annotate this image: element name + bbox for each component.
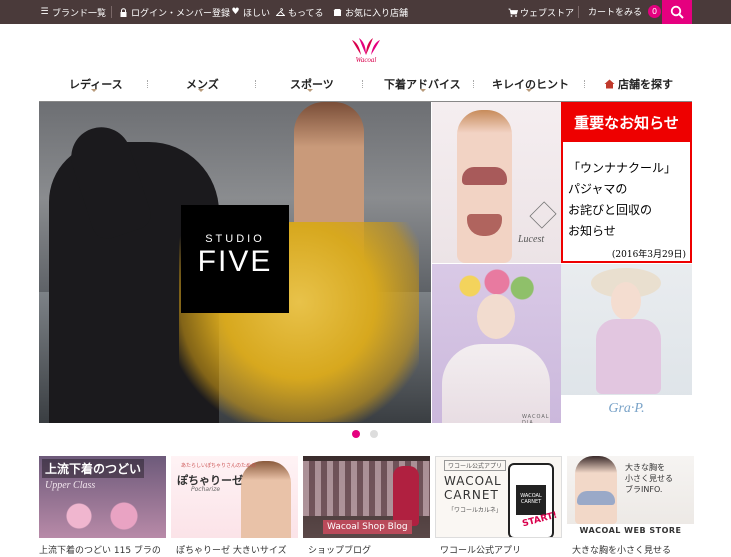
notice-header: 重要なお知らせ [563,104,690,142]
wacoal-dia-banner[interactable]: WACOAL DIA [432,264,561,423]
owned-link[interactable]: もってる [275,6,324,19]
notice-line: パジャマの [568,182,628,196]
bra-image [462,167,507,185]
chevron-down-icon [198,89,204,92]
login-label: ログイン・メンバー登録 [131,9,231,19]
logo-text: Wacoal [355,56,377,64]
favorite-store-label: お気に入り店舗 [345,9,409,19]
card-title-3: 「ワコールカルネ」 [448,507,502,514]
divider [578,6,579,18]
store-search-label: 店舗を探す [618,78,673,91]
card-title: WACOAL [444,474,502,488]
cart-icon [508,8,519,17]
card-text-line: 小さく見せる [625,474,673,483]
webstore-label: ウェブストア [520,9,575,19]
wacoal-dia-brand-text: WACOAL DIA [522,414,550,423]
chevron-down-icon [526,89,532,92]
store-icon [333,8,342,17]
brand-list-link[interactable]: ☰ ブランド一覧 [40,6,107,20]
card-caption[interactable]: 上流下着のつどい 115 ブラの [39,543,167,556]
heart-icon: ♥ [231,7,240,17]
webstore-link[interactable]: ウェブストア [508,6,574,19]
login-link[interactable]: ログイン・メンバー登録 [119,6,230,19]
web-store-label: WACOAL WEB STORE [567,524,694,538]
card-text-line: ブラINFO. [625,485,663,494]
notice-line: お知らせ [568,224,616,238]
card-text-line: 大きな胸を [625,463,665,472]
dress-image [442,344,550,423]
wishlist-label: ほしい [243,9,271,19]
chevron-down-icon [420,89,426,92]
carousel-dot-active[interactable] [352,430,360,438]
divider [362,80,364,88]
card-caption[interactable]: ワコール公式アプリ [440,543,568,556]
list-icon: ☰ [40,7,49,17]
top-bar: ☰ ブランド一覧 ログイン・メンバー登録 ♥ ほしい もってる お気に入り店舗 … [0,0,731,24]
divider [255,80,257,88]
lucest-brand-text: Lucest [518,234,545,245]
notice-date: (2016年3月29日) [611,250,686,260]
diamond-icon [529,201,557,229]
favorite-store-link[interactable]: お気に入り店舗 [333,6,408,19]
notice-line: 「ウンナナクール」 [568,161,677,175]
lock-icon [119,8,128,17]
bra-image [577,491,615,505]
search-button[interactable] [662,0,692,24]
brand-list-label: ブランド一覧 [52,9,107,19]
model-image [457,110,512,263]
owned-label: もってる [288,9,324,19]
grap-banner[interactable]: Gra·P. [561,264,692,423]
hanger-icon [275,8,286,17]
app-screen: WACOAL CARNET [516,485,546,515]
card-subtitle: Pocharize [191,486,221,493]
wishlist-link[interactable]: ♥ ほしい [231,6,271,20]
carousel-dot[interactable] [370,430,378,438]
house-icon [604,79,615,89]
card-caption[interactable]: ぽちゃりーゼ 大きいサイズ [176,543,304,556]
cart-link[interactable]: カートをみる 0 [588,5,662,18]
cart-label: カートをみる [588,8,643,18]
wacoal-logo[interactable]: Wacoal [349,37,383,67]
model-face-image [611,282,641,320]
chevron-down-icon [91,89,97,92]
card-header: ワコール公式アプリ [444,460,507,471]
hero-banner[interactable]: STUDIO FIVE [39,102,431,423]
card-shop-blog[interactable]: Wacoal Shop Blog [303,456,430,538]
model-image [241,461,291,538]
main-nav: レディース メンズ スポーツ 下着アドバイス キレイのヒント 店舗を探す [39,72,692,102]
card-caption[interactable]: ショップブログ [308,543,436,556]
studio-text: STUDIO [205,233,265,245]
grap-brand-text: Gra·P. [608,401,645,416]
card-bra-info[interactable]: 大きな胸を 小さく見せる ブラINFO. WACOAL WEB STORE [567,456,694,538]
divider [473,80,475,88]
model-image [575,456,617,524]
notice-line: お詫びと回収の [568,203,653,217]
nav-store-search[interactable]: 店舗を探す [604,76,673,92]
card-small-text: あたらしいぽちゃりさんのための [181,463,257,469]
card-title-2: CARNET [444,488,499,502]
card-pocharize[interactable]: あたらしいぽちゃりさんのための ぽちゃりーゼ Pocharize [171,456,298,538]
studio-five-logo: STUDIO FIVE [181,205,289,313]
bra-image [54,501,154,531]
card-wacoal-carnet[interactable]: ワコール公式アプリ WACOAL CARNET 「ワコールカルネ」 WACOAL… [435,456,562,538]
wacoal-logo-icon [352,38,380,55]
card-subtitle: Upper Class [45,480,96,491]
card-title: Wacoal Shop Blog [323,520,412,534]
sweater-image [596,319,661,394]
divider [147,80,149,88]
divider [584,80,586,88]
card-upper-class[interactable]: 上流下着のつどい Upper Class [39,456,166,538]
lucest-banner[interactable]: Lucest [432,102,561,263]
card-caption[interactable]: 大きな胸を小さく見せる [572,543,700,556]
chevron-down-icon [307,89,313,92]
divider [111,6,112,18]
five-text: FIVE [197,245,273,278]
cart-count-badge: 0 [648,5,662,18]
model-face-image [477,294,515,339]
search-icon [670,5,684,19]
card-title: 上流下着のつどい [42,459,145,478]
important-notice-banner[interactable]: 重要なお知らせ 「ウンナナクール」 パジャマの お詫びと回収の お知らせ (20… [561,102,692,263]
dress-image [393,466,419,526]
card-text: 大きな胸を 小さく見せる ブラINFO. [625,462,673,495]
